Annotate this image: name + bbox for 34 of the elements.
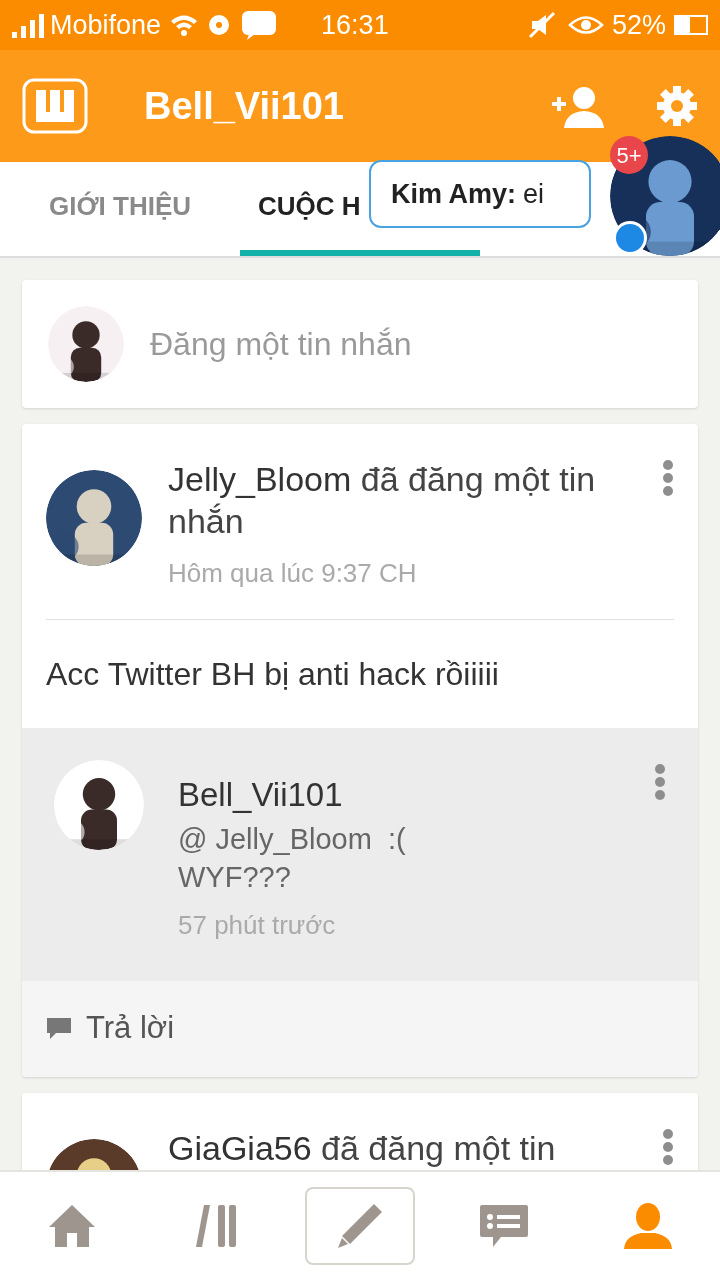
chat-toast[interactable]: Kim Amy: ei — [369, 160, 591, 228]
message-input[interactable]: Đăng một tin nhắn — [150, 320, 672, 368]
battery-percent: 52% — [611, 8, 666, 42]
reply-text: @ Jelly_Bloom :( — [178, 821, 407, 857]
post-text: Acc Twitter BH bị anti hack rồiiiii — [46, 655, 500, 694]
post-time: Hôm qua lúc 9:37 CH — [168, 557, 418, 590]
library-icon — [194, 1203, 238, 1249]
reply-time: 57 phút trước — [178, 908, 337, 942]
home-icon — [47, 1203, 97, 1249]
more-options-icon[interactable] — [662, 460, 674, 496]
carrier-name: Mobifone — [50, 8, 162, 42]
pencil-icon — [336, 1202, 384, 1250]
message-input-field[interactable]: Đăng một tin nhắn — [22, 280, 698, 408]
eye-icon — [567, 14, 604, 36]
battery-icon — [674, 15, 708, 35]
profile-title: Bell_Vii101 — [144, 83, 345, 129]
profile-icon — [623, 1202, 673, 1250]
clock-time: 16:31 — [321, 8, 389, 42]
message-list-icon — [479, 1204, 529, 1248]
nav-write-button[interactable] — [305, 1187, 415, 1265]
reply-text: WYF??? — [178, 859, 292, 895]
post-headline: GiaGia56 đã đăng một tin — [168, 1127, 557, 1169]
mute-icon — [527, 11, 556, 39]
signal-icon — [12, 12, 46, 38]
reply-author: Bell_Vii101 — [178, 775, 344, 815]
add-person-icon[interactable] — [550, 84, 606, 128]
app-logo-icon[interactable] — [22, 78, 88, 134]
more-options-icon[interactable] — [662, 1128, 674, 1165]
reply-button[interactable]: Trả lời — [22, 980, 698, 1077]
settings-icon[interactable] — [656, 85, 698, 127]
post-headline: Jelly_Bloom đã đăng một tin nhắn — [168, 459, 597, 542]
wifi-icon — [169, 13, 200, 37]
more-options-icon[interactable] — [654, 764, 666, 800]
comment-icon — [46, 1016, 72, 1041]
